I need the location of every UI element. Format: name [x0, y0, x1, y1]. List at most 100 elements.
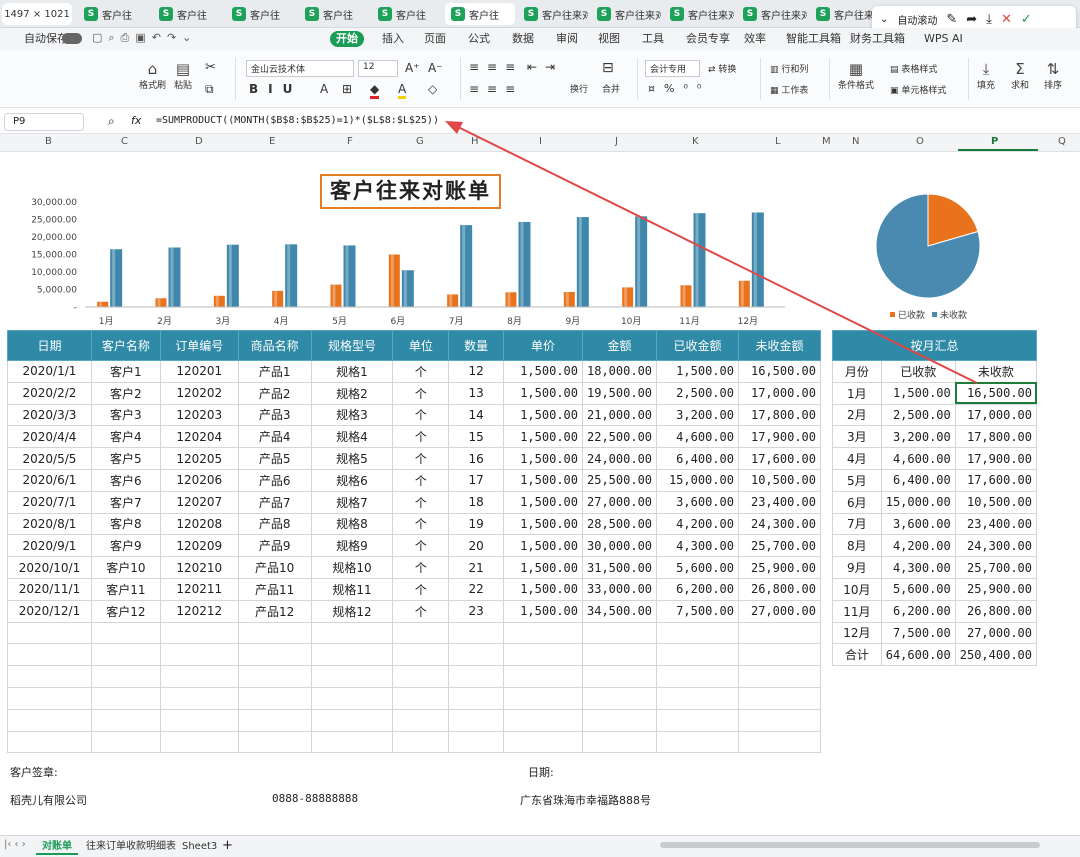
- window-tab[interactable]: S 客户往: [153, 3, 223, 25]
- empty-cell[interactable]: [392, 643, 450, 667]
- column-header[interactable]: P: [991, 136, 998, 147]
- column-header[interactable]: L: [775, 136, 781, 147]
- table-cell[interactable]: 规格9: [310, 534, 394, 558]
- column-header[interactable]: M: [822, 136, 831, 147]
- table-cell[interactable]: 15: [448, 425, 505, 449]
- table-cell[interactable]: 2020/2/2: [7, 381, 92, 405]
- paste-button[interactable]: ▤ 粘贴: [174, 60, 192, 91]
- empty-cell[interactable]: [90, 708, 161, 732]
- summary-cell[interactable]: 6,400.00: [880, 468, 956, 492]
- table-cell[interactable]: 个: [392, 381, 450, 405]
- close-icon[interactable]: ✕: [1001, 12, 1012, 27]
- table-cell[interactable]: 产品5: [237, 447, 312, 470]
- menu-item[interactable]: 插入: [376, 31, 410, 47]
- conditional-format-button[interactable]: ▦ 条件格式: [838, 60, 874, 91]
- table-cell[interactable]: 18: [448, 490, 505, 514]
- copy-icon[interactable]: ⧉: [205, 82, 214, 97]
- empty-cell[interactable]: [392, 686, 450, 710]
- table-cell[interactable]: 2020/6/1: [7, 468, 92, 492]
- table-cell[interactable]: 产品6: [237, 468, 312, 492]
- sheet-nav-icons[interactable]: |‹ ‹ ›: [4, 839, 26, 850]
- table-cell[interactable]: 客户8: [90, 512, 161, 536]
- empty-cell[interactable]: [656, 686, 739, 710]
- summary-cell[interactable]: 1月: [832, 381, 882, 405]
- outstanding-bar[interactable]: [401, 270, 414, 307]
- outstanding-bar[interactable]: [285, 244, 298, 307]
- worksheet-button[interactable]: ▦ 工作表: [770, 83, 808, 96]
- font-size-select[interactable]: 12: [358, 60, 398, 77]
- table-cell[interactable]: 17,000.00: [737, 381, 822, 405]
- table-cell[interactable]: 规格6: [310, 468, 394, 492]
- table-cell[interactable]: 个: [392, 599, 450, 623]
- summary-cell[interactable]: 17,800.00: [954, 425, 1038, 449]
- sheet-tab[interactable]: Sheet3: [176, 839, 223, 855]
- table-cell[interactable]: 1,500.00: [503, 360, 583, 383]
- summary-cell[interactable]: 7,500.00: [880, 621, 956, 645]
- table-cell[interactable]: 个: [392, 490, 450, 514]
- empty-cell[interactable]: [737, 643, 822, 667]
- empty-cell[interactable]: [310, 621, 394, 645]
- table-cell[interactable]: 1,500.00: [503, 599, 583, 623]
- empty-cell[interactable]: [392, 621, 450, 645]
- window-tab[interactable]: S 客户往来对: [737, 3, 807, 25]
- sort-button[interactable]: ⇅ 排序: [1044, 60, 1062, 91]
- pie-chart[interactable]: 已收款 未收款: [866, 188, 996, 324]
- table-cell[interactable]: 产品12: [237, 599, 312, 623]
- table-cell[interactable]: 25,500.00: [581, 468, 658, 492]
- table-cell[interactable]: 规格5: [310, 447, 394, 470]
- table-cell[interactable]: 产品1: [237, 360, 312, 383]
- empty-cell[interactable]: [310, 643, 394, 667]
- empty-cell[interactable]: [503, 708, 583, 732]
- table-cell[interactable]: 1,500.00: [656, 360, 739, 383]
- summary-cell[interactable]: 10月: [832, 577, 882, 601]
- empty-cell[interactable]: [656, 730, 739, 754]
- empty-cell[interactable]: [656, 708, 739, 732]
- table-cell[interactable]: 3,600.00: [656, 490, 739, 514]
- empty-cell[interactable]: [237, 621, 312, 645]
- table-cell[interactable]: 1,500.00: [503, 403, 583, 427]
- table-cell[interactable]: 规格7: [310, 490, 394, 514]
- received-bar[interactable]: [505, 292, 517, 307]
- summary-cell[interactable]: 24,300.00: [954, 534, 1038, 558]
- edit-icon[interactable]: ✎: [946, 12, 957, 27]
- fill-color-icon[interactable]: ◆: [370, 82, 380, 99]
- empty-cell[interactable]: [90, 643, 161, 667]
- sheet-tab[interactable]: 对账单: [36, 839, 78, 855]
- empty-cell[interactable]: [503, 621, 583, 645]
- empty-cell[interactable]: [159, 708, 239, 732]
- confirm-icon[interactable]: ✓: [1021, 12, 1032, 27]
- table-cell[interactable]: 2020/12/1: [7, 599, 92, 623]
- table-cell[interactable]: 31,500.00: [581, 556, 658, 579]
- table-cell[interactable]: 规格12: [310, 599, 394, 623]
- table-cell[interactable]: 30,000.00: [581, 534, 658, 558]
- table-cell[interactable]: 12: [448, 360, 505, 383]
- column-header[interactable]: H: [471, 136, 479, 147]
- table-cell[interactable]: 13: [448, 381, 505, 405]
- table-cell[interactable]: 22: [448, 577, 505, 601]
- vertical-align-icons[interactable]: ≡≡≡: [469, 60, 523, 74]
- bold-italic-underline-icons[interactable]: BIU: [249, 82, 302, 96]
- table-cell[interactable]: 规格2: [310, 381, 394, 405]
- table-cell[interactable]: 22,500.00: [581, 425, 658, 449]
- empty-cell[interactable]: [7, 643, 92, 667]
- border-icon[interactable]: ⊞: [342, 82, 352, 96]
- table-cell[interactable]: 客户6: [90, 468, 161, 492]
- menu-item[interactable]: 会员专享: [680, 31, 736, 47]
- summary-cell[interactable]: 12月: [832, 621, 882, 645]
- cut-icon[interactable]: ✂: [205, 60, 216, 75]
- column-header[interactable]: J: [615, 136, 618, 147]
- menu-item[interactable]: 财务工具箱: [844, 31, 911, 47]
- table-cell[interactable]: 客户12: [90, 599, 161, 623]
- column-header[interactable]: C: [121, 136, 128, 147]
- table-cell[interactable]: 2020/5/5: [7, 447, 92, 470]
- cell-style-button[interactable]: ▣ 单元格样式: [890, 83, 946, 96]
- table-cell[interactable]: 产品3: [237, 403, 312, 427]
- convert-button[interactable]: ⇄ 转换: [708, 62, 736, 75]
- empty-cell[interactable]: [159, 665, 239, 688]
- table-cell[interactable]: 14: [448, 403, 505, 427]
- column-header[interactable]: E: [269, 136, 275, 147]
- table-cell[interactable]: 个: [392, 403, 450, 427]
- table-cell[interactable]: 规格10: [310, 556, 394, 579]
- table-cell[interactable]: 1,500.00: [503, 468, 583, 492]
- empty-cell[interactable]: [503, 665, 583, 688]
